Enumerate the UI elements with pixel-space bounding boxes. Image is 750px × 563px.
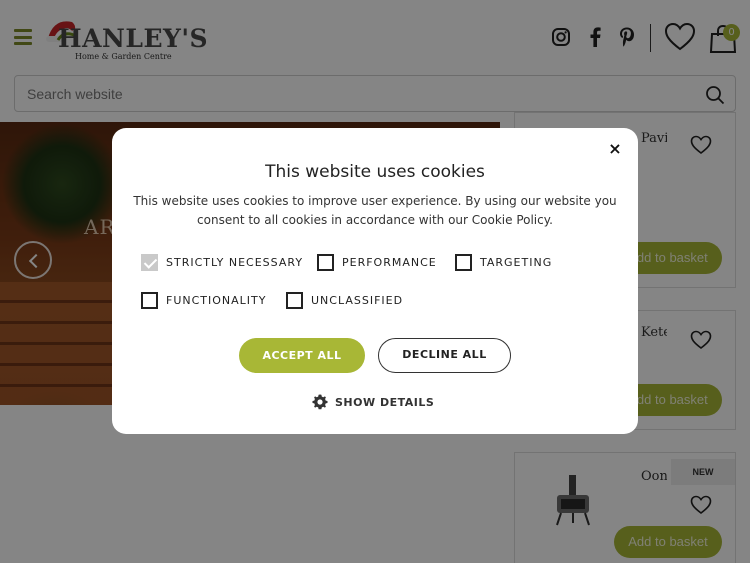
functionality-checkbox[interactable] (141, 291, 158, 309)
show-details-button[interactable]: SHOW DETAILS (312, 393, 434, 411)
show-details-label: SHOW DETAILS (335, 395, 435, 409)
cookie-option-targeting[interactable]: TARGETING (455, 253, 552, 271)
cookie-dialog-description: This website uses cookies to improve use… (133, 194, 617, 227)
unclassified-checkbox[interactable] (286, 291, 303, 309)
accept-all-button[interactable]: ACCEPT ALL (239, 338, 365, 373)
targeting-label: TARGETING (480, 255, 553, 269)
cookie-option-strictly-necessary[interactable]: STRICTLY NECESSARY (141, 253, 303, 271)
cookie-option-performance[interactable]: PERFORMANCE (317, 253, 437, 271)
performance-label: PERFORMANCE (342, 255, 437, 269)
decline-all-button[interactable]: DECLINE ALL (378, 338, 511, 373)
cookie-dialog-title: This website uses cookies (265, 162, 485, 182)
cookie-option-functionality[interactable]: FUNCTIONALITY (141, 291, 266, 309)
close-icon[interactable]: × (608, 141, 622, 157)
strictly-necessary-label: STRICTLY NECESSARY (166, 255, 304, 269)
performance-checkbox[interactable] (317, 253, 334, 271)
strictly-necessary-checkbox[interactable] (141, 253, 158, 271)
functionality-label: FUNCTIONALITY (166, 293, 267, 307)
cookie-consent-dialog: × This website uses cookies This website… (112, 128, 638, 434)
cookie-option-unclassified[interactable]: UNCLASSIFIED (286, 291, 403, 309)
gear-icon (312, 394, 328, 410)
targeting-checkbox[interactable] (455, 253, 472, 271)
unclassified-label: UNCLASSIFIED (311, 293, 404, 307)
